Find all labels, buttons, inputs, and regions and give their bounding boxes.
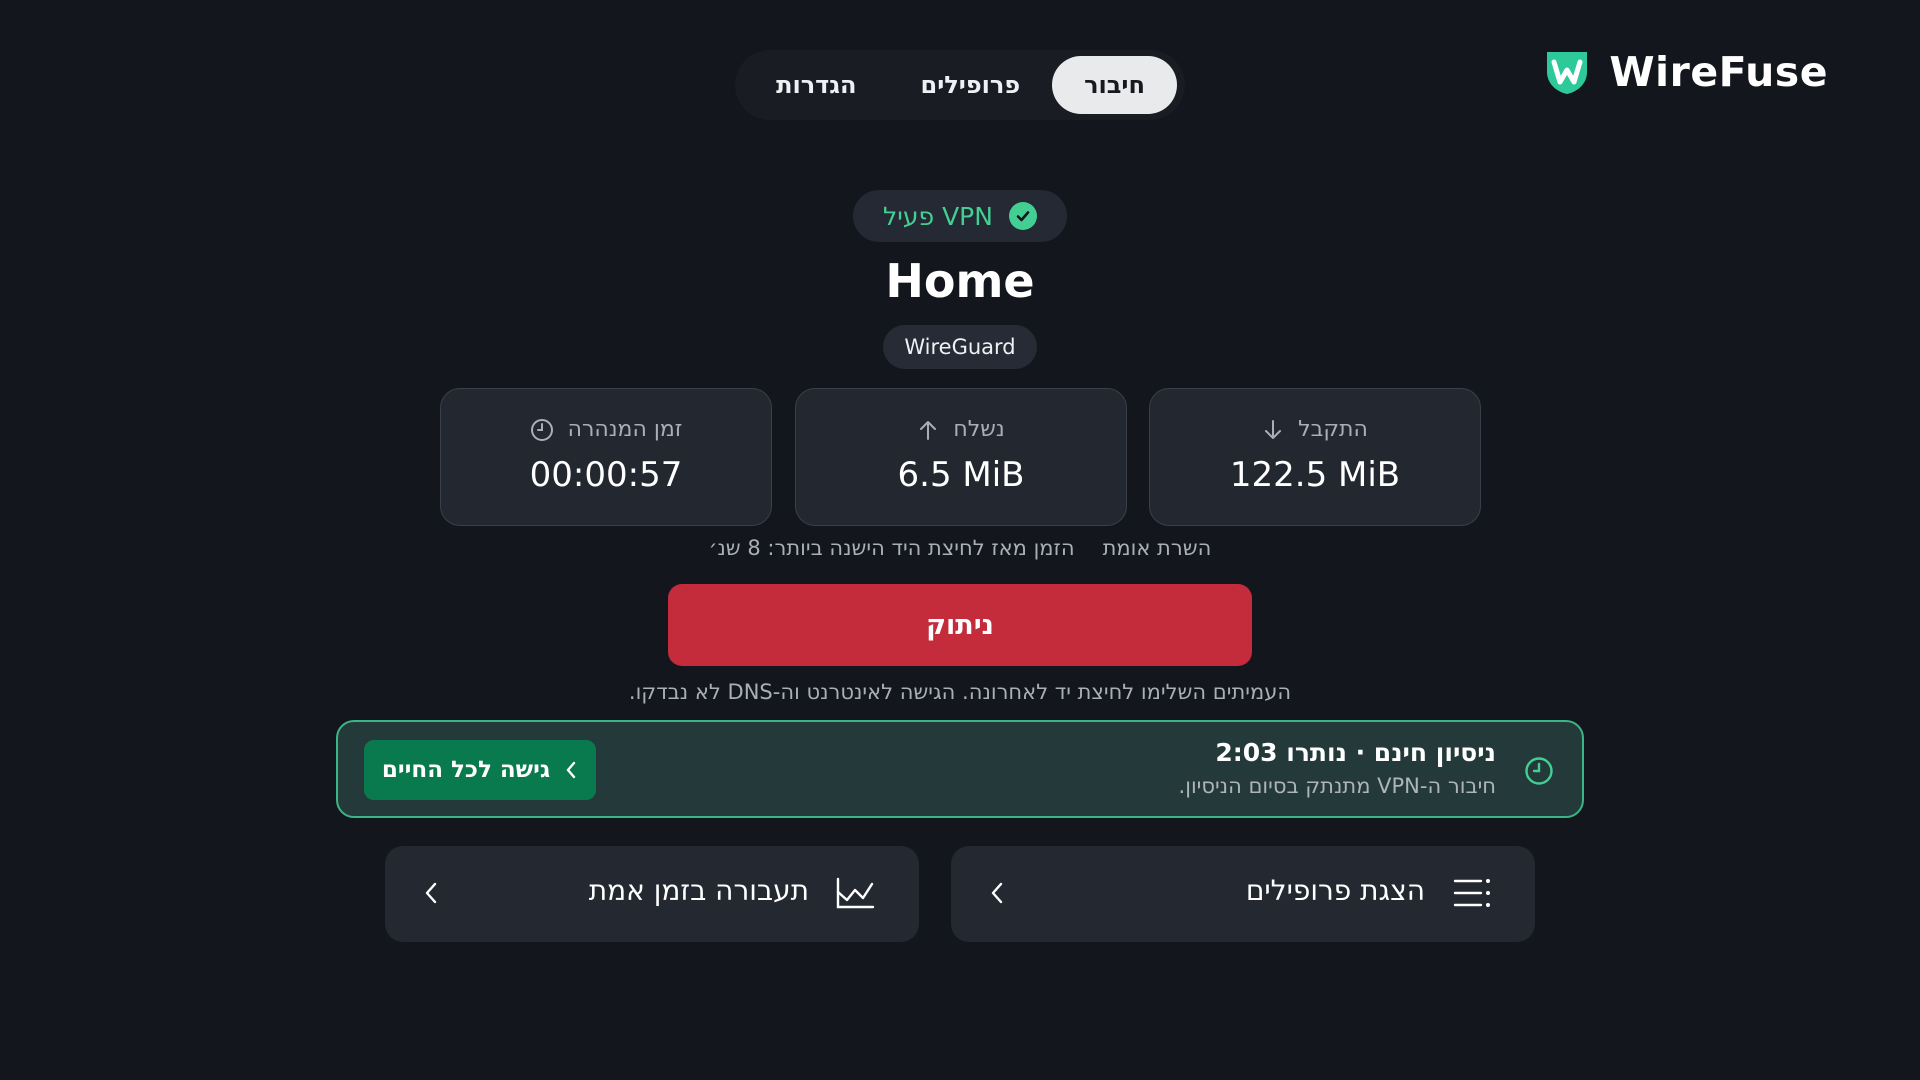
disconnect-button[interactable]: ניתוק	[668, 584, 1252, 666]
received-card: התקבל 122.5 MiB	[1149, 388, 1481, 526]
view-profiles-button[interactable]: הצגת פרופילים	[951, 846, 1535, 942]
trial-banner: ניסיון חינם · נותרו 2:03 חיבור ה-VPN מתנ…	[336, 720, 1584, 818]
chevron-left-icon	[991, 882, 1003, 904]
trial-clock-icon	[1525, 757, 1553, 785]
tab-connect[interactable]: חיבור	[1052, 56, 1177, 114]
arrow-up-icon	[920, 420, 937, 440]
server-verified-text: השרת אומת	[1102, 536, 1212, 560]
sent-label: נשלח	[953, 417, 1005, 442]
wirefuse-logo-icon	[1547, 52, 1588, 94]
chevron-left-icon	[425, 882, 437, 904]
trial-subtitle: חיבור ה-VPN מתנתק בסיום הניסיון.	[1178, 774, 1496, 798]
view-profiles-label: הצגת פרופילים	[1245, 874, 1425, 907]
app-logo: WireFuse	[1543, 48, 1828, 96]
protocol-badge: WireGuard	[883, 325, 1037, 369]
trial-title: ניסיון חינם · נותרו 2:03	[1215, 738, 1496, 767]
received-value: 122.5 MiB	[1229, 455, 1401, 495]
list-icon	[1453, 879, 1490, 907]
chart-icon	[836, 877, 875, 909]
connection-meta: השרת אומת הזמן מאז לחיצת היד הישנה ביותר…	[600, 536, 1320, 560]
tunnel-time-value: 00:00:57	[529, 455, 683, 495]
chevron-left-icon	[566, 761, 576, 779]
arrow-down-icon	[1265, 419, 1282, 439]
sent-value: 6.5 MiB	[897, 455, 1025, 495]
profile-name: Home	[885, 254, 1035, 308]
tunnel-time-label: זמן המנהרה	[567, 417, 683, 442]
vpn-status-badge: VPN פעיל	[853, 190, 1067, 242]
clock-icon	[530, 418, 553, 441]
check-circle-icon	[1008, 202, 1037, 230]
live-traffic-button[interactable]: תעבורה בזמן אמת	[385, 846, 919, 942]
lifetime-access-button[interactable]: גישה לכל החיים	[364, 740, 596, 800]
sent-card: נשלח 6.5 MiB	[795, 388, 1127, 526]
lifetime-access-label: גישה לכל החיים	[381, 757, 551, 783]
vpn-status-text: VPN פעיל	[883, 201, 993, 231]
tunnel-time-card: זמן המנהרה 00:00:57	[440, 388, 772, 526]
app-name: WireFuse	[1609, 48, 1828, 96]
handshake-note: העמיתים השלימו לחיצת יד לאחרונה. הגישה ל…	[628, 680, 1292, 704]
handshake-text: הזמן מאז לחיצת היד הישנה ביותר: 8 שנ׳	[708, 536, 1075, 560]
received-label: התקבל	[1298, 417, 1368, 442]
tab-settings[interactable]: הגדרות	[744, 56, 888, 114]
tab-profiles[interactable]: פרופילים	[888, 56, 1052, 114]
main-nav: חיבור פרופילים הגדרות	[735, 50, 1185, 120]
live-traffic-label: תעבורה בזמן אמת	[588, 874, 809, 907]
